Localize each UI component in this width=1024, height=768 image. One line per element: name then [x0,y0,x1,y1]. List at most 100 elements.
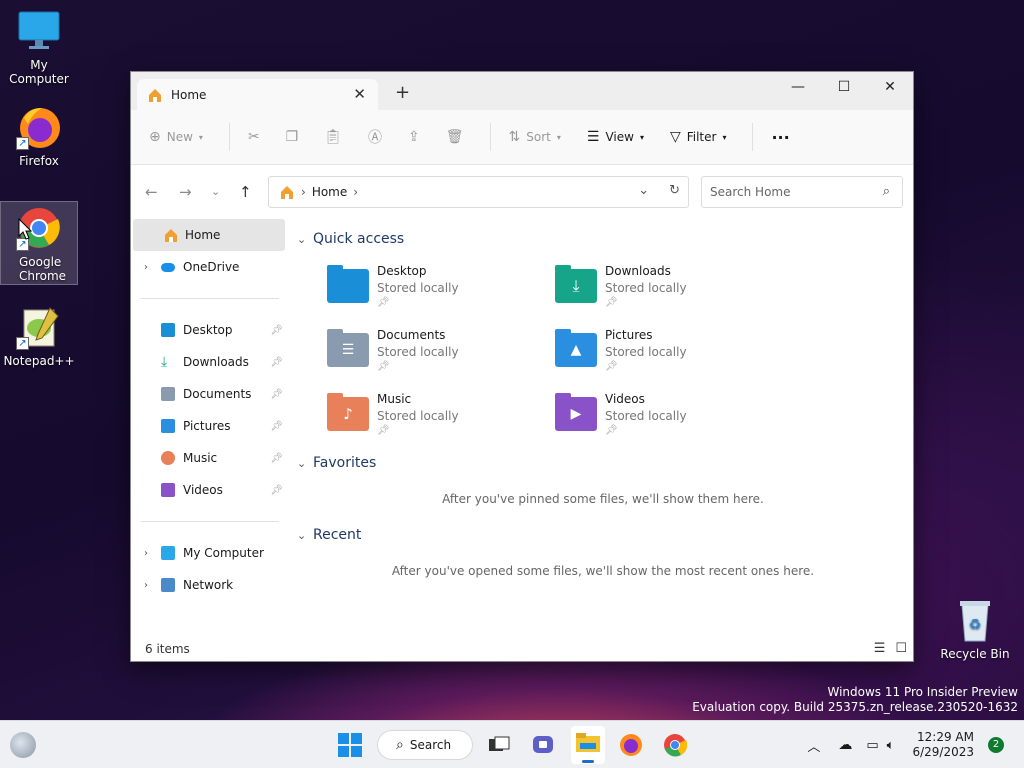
section-favorites[interactable]: ⌄ Favorites [297,448,913,478]
cut-button[interactable]: ✂ [248,129,260,145]
monitor-icon [16,8,62,54]
search-input[interactable]: Search Home ⌕ [701,176,903,208]
sidebar-item-my-computer[interactable]: › My Computer [131,537,287,569]
chevron-down-icon: ▾ [198,132,203,142]
sidebar-item-label: Videos [183,483,223,497]
copy-button[interactable]: ❐ [286,129,299,145]
expand-chevron-icon[interactable]: › [131,548,161,559]
recycle-bin-icon: ♻ [952,597,998,643]
quick-access-item-pictures[interactable]: ▲ Pictures Stored locally 📌︎ [555,328,783,380]
share-button[interactable]: ⇪ [408,129,420,145]
downloads-folder-icon: ⤓ [555,265,597,303]
sidebar-item-music[interactable]: Music 📌︎ [131,442,287,474]
forward-arrow-icon[interactable]: → [179,183,192,201]
documents-folder-icon: ☰ [327,329,369,367]
recent-locations-chevron-icon[interactable]: ⌄ [211,185,220,198]
quick-access-item-downloads[interactable]: ⤓ Downloads Stored locally 📌︎ [555,264,783,316]
delete-button[interactable]: 🗑︎ [446,129,464,145]
close-window-button[interactable]: ✕ [867,72,913,102]
new-label: New [166,130,193,144]
sidebar-item-network[interactable]: › Network [131,569,287,601]
desktop-icon-google-chrome[interactable]: ↗ Google Chrome [0,201,78,285]
sidebar-item-videos[interactable]: Videos 📌︎ [131,474,287,506]
network-status-icon[interactable]: ▭ [866,738,878,753]
chevron-down-icon: ▾ [722,132,727,142]
volume-icon[interactable]: 🔈︎ [887,738,895,753]
toolbar-divider [228,123,230,151]
widgets-icon[interactable] [10,732,36,758]
sidebar-item-label: Pictures [183,419,231,433]
sidebar-item-label: Home [185,228,221,242]
sidebar-item-desktop[interactable]: Desktop 📌︎ [131,314,287,346]
sort-button[interactable]: ⇅ Sort ▾ [509,129,561,145]
close-tab-icon[interactable]: ✕ [353,85,366,103]
expand-chevron-icon[interactable]: › [131,262,161,273]
taskbar-search-button[interactable]: ⌕ Search [377,730,473,760]
sidebar-item-label: OneDrive [183,260,240,274]
maximize-button[interactable]: ☐ [821,72,867,102]
address-row: ← → ⌄ ↑ › Home › ⌄ ↻ Search Home ⌕ [131,165,913,219]
content-pane: ⌄ Quick access Desktop Stored locally 📌︎… [291,219,913,629]
new-tab-button[interactable]: + [395,82,410,103]
section-recent[interactable]: ⌄ Recent [297,520,913,550]
sidebar-item-pictures[interactable]: Pictures 📌︎ [131,410,287,442]
item-name: Music [377,392,412,406]
search-icon: ⌕ [882,184,890,199]
item-name: Documents [377,328,446,342]
pin-icon: 📌︎ [270,388,283,400]
shortcut-arrow-icon: ↗ [16,137,29,150]
address-history-chevron-icon[interactable]: ⌄ [638,183,649,198]
new-button[interactable]: ⊕ New ▾ [149,129,203,145]
section-title: Quick access [313,231,405,247]
rename-button[interactable]: Ⓐ [368,127,382,147]
pictures-icon [161,419,175,433]
onedrive-offline-icon[interactable]: ☁ [838,737,852,753]
desktop-icon-label: Google Chrome [19,255,67,283]
filter-button[interactable]: ▽ Filter ▾ [670,129,727,145]
firefox-taskbar-icon[interactable] [618,732,644,758]
desktop-icon-notepad-plus-plus[interactable]: ↗ Notepad++ [0,304,78,368]
share-icon: ⇪ [408,129,420,145]
refresh-icon[interactable]: ↻ [669,183,680,198]
quick-access-item-desktop[interactable]: Desktop Stored locally 📌︎ [327,264,555,316]
start-button[interactable] [337,732,363,758]
expand-chevron-icon[interactable]: › [131,580,161,591]
item-status: Stored locally [377,281,459,295]
sidebar-item-home[interactable]: Home [133,219,285,251]
tiles-view-icon[interactable]: ☐ [895,641,907,656]
notification-badge[interactable]: 2 [988,737,1004,753]
section-quick-access[interactable]: ⌄ Quick access [297,224,913,254]
up-arrow-icon[interactable]: ↑ [239,183,252,201]
address-bar[interactable]: › Home › ⌄ ↻ [268,176,689,208]
sidebar-item-documents[interactable]: Documents 📌︎ [131,378,287,410]
paste-button[interactable]: 📋︎ [324,129,342,145]
quick-access-item-documents[interactable]: ☰ Documents Stored locally 📌︎ [327,328,555,380]
network-icon [161,578,175,592]
cloud-icon [161,262,175,272]
breadcrumb-home[interactable]: Home [312,185,347,199]
sidebar-item-downloads[interactable]: ⤓ Downloads 📌︎ [131,346,287,378]
show-hidden-icons-chevron-icon[interactable]: ︿ [807,736,820,755]
desktop-icon-my-computer[interactable]: My Computer [0,8,78,86]
view-button[interactable]: ☰ View ▾ [587,129,644,145]
chat-icon[interactable] [530,732,556,758]
tab-home[interactable]: Home ✕ [137,79,378,110]
pin-icon: 📌︎ [270,452,283,464]
tab-title: Home [171,87,207,102]
desktop-icon-firefox[interactable]: ↗ Firefox [0,104,78,168]
file-explorer-taskbar-icon[interactable] [571,726,605,764]
clock[interactable]: 12:29 AM 6/29/2023 [912,730,974,760]
desktop-icon-recycle-bin[interactable]: ♻ Recycle Bin [936,597,1014,661]
more-options-button[interactable]: ··· [771,128,789,147]
taskbar: ⌕ Search ︿ ☁ ▭ 🔈︎ 12:29 AM 6/29/2023 2 [0,720,1024,768]
quick-access-item-videos[interactable]: ▶ Videos Stored locally 📌︎ [555,392,783,444]
back-arrow-icon[interactable]: ← [145,183,158,201]
minimize-button[interactable]: — [775,72,821,102]
watermark-line: Evaluation copy. Build 25375.zn_release.… [692,700,1018,714]
task-view-icon[interactable] [486,732,512,758]
item-status: Stored locally [605,281,687,295]
sidebar-item-onedrive[interactable]: › OneDrive [131,251,287,283]
quick-access-item-music[interactable]: ♪ Music Stored locally 📌︎ [327,392,555,444]
details-view-icon[interactable]: ☰ [874,641,886,656]
chrome-taskbar-icon[interactable] [662,732,688,758]
